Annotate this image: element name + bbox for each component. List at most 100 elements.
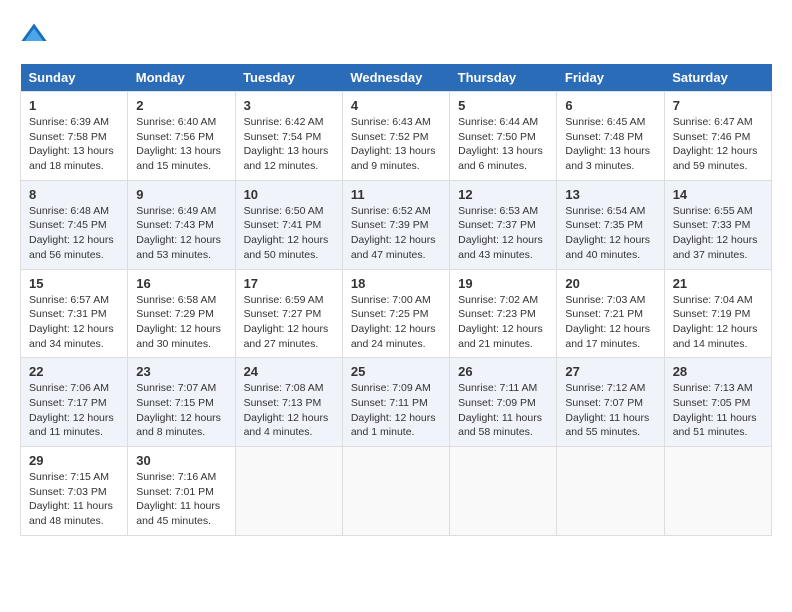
daylight-label: Daylight: 13 hours and 9 minutes. <box>351 145 436 172</box>
sunrise-label: Sunrise: 7:13 AM <box>673 382 753 394</box>
header-thursday: Thursday <box>450 64 557 92</box>
sunset-label: Sunset: 7:09 PM <box>458 397 536 409</box>
calendar-cell: 13 Sunrise: 6:54 AM Sunset: 7:35 PM Dayl… <box>557 180 664 269</box>
calendar-cell: 14 Sunrise: 6:55 AM Sunset: 7:33 PM Dayl… <box>664 180 771 269</box>
cell-content: Sunrise: 6:58 AM Sunset: 7:29 PM Dayligh… <box>136 293 226 352</box>
sunset-label: Sunset: 7:03 PM <box>29 486 107 498</box>
daylight-label: Daylight: 12 hours and 59 minutes. <box>673 145 758 172</box>
sunset-label: Sunset: 7:13 PM <box>244 397 322 409</box>
sunset-label: Sunset: 7:33 PM <box>673 219 751 231</box>
sunset-label: Sunset: 7:31 PM <box>29 308 107 320</box>
sunrise-label: Sunrise: 6:48 AM <box>29 205 109 217</box>
calendar-cell: 23 Sunrise: 7:07 AM Sunset: 7:15 PM Dayl… <box>128 358 235 447</box>
day-number: 4 <box>351 98 441 113</box>
cell-content: Sunrise: 7:08 AM Sunset: 7:13 PM Dayligh… <box>244 381 334 440</box>
cell-content: Sunrise: 7:13 AM Sunset: 7:05 PM Dayligh… <box>673 381 763 440</box>
calendar-cell: 3 Sunrise: 6:42 AM Sunset: 7:54 PM Dayli… <box>235 92 342 181</box>
daylight-label: Daylight: 11 hours and 48 minutes. <box>29 500 113 527</box>
sunrise-label: Sunrise: 6:53 AM <box>458 205 538 217</box>
sunrise-label: Sunrise: 7:07 AM <box>136 382 216 394</box>
cell-content: Sunrise: 6:40 AM Sunset: 7:56 PM Dayligh… <box>136 115 226 174</box>
sunset-label: Sunset: 7:17 PM <box>29 397 107 409</box>
daylight-label: Daylight: 13 hours and 3 minutes. <box>565 145 650 172</box>
daylight-label: Daylight: 11 hours and 45 minutes. <box>136 500 220 527</box>
header-saturday: Saturday <box>664 64 771 92</box>
calendar-cell <box>557 447 664 536</box>
calendar-cell: 2 Sunrise: 6:40 AM Sunset: 7:56 PM Dayli… <box>128 92 235 181</box>
daylight-label: Daylight: 12 hours and 24 minutes. <box>351 323 436 350</box>
calendar-cell: 4 Sunrise: 6:43 AM Sunset: 7:52 PM Dayli… <box>342 92 449 181</box>
sunset-label: Sunset: 7:56 PM <box>136 131 214 143</box>
sunrise-label: Sunrise: 6:44 AM <box>458 116 538 128</box>
daylight-label: Daylight: 12 hours and 14 minutes. <box>673 323 758 350</box>
day-number: 30 <box>136 453 226 468</box>
sunset-label: Sunset: 7:25 PM <box>351 308 429 320</box>
cell-content: Sunrise: 6:39 AM Sunset: 7:58 PM Dayligh… <box>29 115 119 174</box>
daylight-label: Daylight: 13 hours and 15 minutes. <box>136 145 221 172</box>
header-row: SundayMondayTuesdayWednesdayThursdayFrid… <box>21 64 772 92</box>
logo <box>20 20 52 48</box>
daylight-label: Daylight: 12 hours and 30 minutes. <box>136 323 221 350</box>
sunset-label: Sunset: 7:41 PM <box>244 219 322 231</box>
sunset-label: Sunset: 7:05 PM <box>673 397 751 409</box>
daylight-label: Daylight: 12 hours and 43 minutes. <box>458 234 543 261</box>
sunrise-label: Sunrise: 7:02 AM <box>458 294 538 306</box>
day-number: 1 <box>29 98 119 113</box>
cell-content: Sunrise: 7:07 AM Sunset: 7:15 PM Dayligh… <box>136 381 226 440</box>
calendar-cell <box>342 447 449 536</box>
header-friday: Friday <box>557 64 664 92</box>
day-number: 28 <box>673 364 763 379</box>
logo-icon <box>20 20 48 48</box>
day-number: 3 <box>244 98 334 113</box>
sunrise-label: Sunrise: 7:04 AM <box>673 294 753 306</box>
day-number: 18 <box>351 276 441 291</box>
sunrise-label: Sunrise: 7:09 AM <box>351 382 431 394</box>
sunset-label: Sunset: 7:07 PM <box>565 397 643 409</box>
week-row-1: 1 Sunrise: 6:39 AM Sunset: 7:58 PM Dayli… <box>21 92 772 181</box>
sunrise-label: Sunrise: 6:50 AM <box>244 205 324 217</box>
week-row-2: 8 Sunrise: 6:48 AM Sunset: 7:45 PM Dayli… <box>21 180 772 269</box>
daylight-label: Daylight: 12 hours and 21 minutes. <box>458 323 543 350</box>
cell-content: Sunrise: 7:09 AM Sunset: 7:11 PM Dayligh… <box>351 381 441 440</box>
cell-content: Sunrise: 6:54 AM Sunset: 7:35 PM Dayligh… <box>565 204 655 263</box>
sunrise-label: Sunrise: 6:55 AM <box>673 205 753 217</box>
calendar-cell: 21 Sunrise: 7:04 AM Sunset: 7:19 PM Dayl… <box>664 269 771 358</box>
sunset-label: Sunset: 7:46 PM <box>673 131 751 143</box>
sunset-label: Sunset: 7:11 PM <box>351 397 428 409</box>
calendar-cell: 19 Sunrise: 7:02 AM Sunset: 7:23 PM Dayl… <box>450 269 557 358</box>
sunrise-label: Sunrise: 6:43 AM <box>351 116 431 128</box>
calendar-cell: 10 Sunrise: 6:50 AM Sunset: 7:41 PM Dayl… <box>235 180 342 269</box>
sunset-label: Sunset: 7:15 PM <box>136 397 214 409</box>
calendar-cell <box>235 447 342 536</box>
calendar-cell: 30 Sunrise: 7:16 AM Sunset: 7:01 PM Dayl… <box>128 447 235 536</box>
sunset-label: Sunset: 7:50 PM <box>458 131 536 143</box>
daylight-label: Daylight: 12 hours and 40 minutes. <box>565 234 650 261</box>
header-sunday: Sunday <box>21 64 128 92</box>
sunrise-label: Sunrise: 7:00 AM <box>351 294 431 306</box>
calendar-cell: 5 Sunrise: 6:44 AM Sunset: 7:50 PM Dayli… <box>450 92 557 181</box>
day-number: 26 <box>458 364 548 379</box>
sunset-label: Sunset: 7:35 PM <box>565 219 643 231</box>
cell-content: Sunrise: 7:06 AM Sunset: 7:17 PM Dayligh… <box>29 381 119 440</box>
cell-content: Sunrise: 6:52 AM Sunset: 7:39 PM Dayligh… <box>351 204 441 263</box>
sunrise-label: Sunrise: 7:12 AM <box>565 382 645 394</box>
daylight-label: Daylight: 12 hours and 17 minutes. <box>565 323 650 350</box>
daylight-label: Daylight: 12 hours and 37 minutes. <box>673 234 758 261</box>
sunset-label: Sunset: 7:37 PM <box>458 219 536 231</box>
calendar-cell: 25 Sunrise: 7:09 AM Sunset: 7:11 PM Dayl… <box>342 358 449 447</box>
sunrise-label: Sunrise: 6:39 AM <box>29 116 109 128</box>
day-number: 2 <box>136 98 226 113</box>
calendar-cell: 12 Sunrise: 6:53 AM Sunset: 7:37 PM Dayl… <box>450 180 557 269</box>
sunset-label: Sunset: 7:19 PM <box>673 308 751 320</box>
day-number: 6 <box>565 98 655 113</box>
cell-content: Sunrise: 6:57 AM Sunset: 7:31 PM Dayligh… <box>29 293 119 352</box>
day-number: 13 <box>565 187 655 202</box>
cell-content: Sunrise: 7:15 AM Sunset: 7:03 PM Dayligh… <box>29 470 119 529</box>
sunset-label: Sunset: 7:29 PM <box>136 308 214 320</box>
sunrise-label: Sunrise: 6:57 AM <box>29 294 109 306</box>
daylight-label: Daylight: 12 hours and 56 minutes. <box>29 234 114 261</box>
day-number: 21 <box>673 276 763 291</box>
sunrise-label: Sunrise: 6:40 AM <box>136 116 216 128</box>
calendar-cell: 20 Sunrise: 7:03 AM Sunset: 7:21 PM Dayl… <box>557 269 664 358</box>
sunrise-label: Sunrise: 6:59 AM <box>244 294 324 306</box>
